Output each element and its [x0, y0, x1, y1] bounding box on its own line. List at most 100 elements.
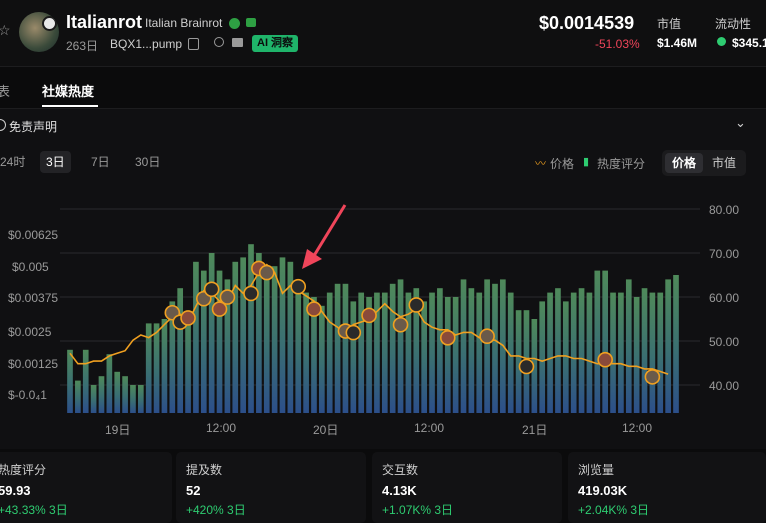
stat-change: +43.33% 3日	[0, 503, 68, 517]
mention-avatar-marker	[408, 297, 425, 313]
heat-bar	[67, 349, 73, 413]
heat-bar	[610, 292, 616, 413]
heat-bar	[350, 301, 357, 413]
heat-bar	[334, 283, 341, 413]
market-cap-value: $1.46M	[657, 36, 698, 50]
heat-bar	[657, 292, 664, 413]
token-avatar	[19, 12, 59, 52]
mention-avatar-marker	[597, 351, 613, 368]
mention-avatar-marker	[306, 301, 322, 317]
annotation-arrow	[302, 204, 347, 269]
stat-card-mentions: 提及数 52 +420% 3日	[176, 452, 366, 523]
toggle-price[interactable]: 价格	[665, 153, 704, 173]
heat-bar	[649, 292, 656, 413]
copy-icon[interactable]	[188, 38, 199, 50]
y-right-tick: 50.00	[709, 335, 740, 349]
heat-bar	[326, 292, 333, 413]
chevron-down-icon[interactable]: ⌄	[735, 115, 746, 131]
mention-avatar-marker	[345, 324, 362, 341]
price-mcap-toggle: 价格 市值	[662, 150, 746, 176]
range-30d[interactable]: 30日	[129, 151, 166, 173]
toggle-mcap[interactable]: 市值	[705, 153, 743, 173]
heat-bar	[397, 279, 404, 413]
y-left-tick: $0.00125	[8, 357, 59, 371]
y-left-tick: $0.005	[12, 260, 49, 274]
heat-bar	[429, 292, 435, 413]
price-change: -51.03%	[595, 37, 640, 51]
stat-card-interactions: 交互数 4.13K +1.07K% 3日	[372, 452, 562, 523]
tab-social-heat[interactable]: 社媒热度	[42, 81, 94, 100]
star-icon[interactable]: ☆	[0, 22, 11, 40]
stat-value: 4.13K	[382, 483, 417, 498]
stat-value: 52	[186, 483, 201, 498]
y-right-tick: 70.00	[709, 247, 740, 261]
heat-bar	[193, 261, 199, 413]
heat-bar	[208, 253, 215, 413]
range-7d[interactable]: 7日	[85, 151, 116, 173]
heat-bar	[618, 292, 624, 413]
heat-bar	[578, 288, 585, 413]
x-tick: 21日	[522, 423, 548, 437]
stat-value: 419.03K	[578, 483, 628, 498]
mention-avatar-marker	[439, 330, 456, 346]
view-tabs: 图表 社媒热度	[0, 68, 766, 109]
heat-bar	[665, 279, 671, 413]
disclaimer-label[interactable]: 免责声明	[9, 118, 57, 135]
heat-bar	[90, 385, 97, 413]
y-left-tick: $0.0025	[8, 325, 52, 339]
mention-avatar-marker	[479, 328, 495, 345]
tab-chart[interactable]: 图表	[0, 81, 10, 100]
heat-bar	[468, 288, 475, 413]
heat-bar	[82, 349, 89, 413]
search-icon[interactable]	[214, 37, 224, 47]
heat-bar	[185, 319, 191, 413]
folder-icon[interactable]	[246, 18, 256, 27]
stat-value: 59.93	[0, 483, 31, 498]
heat-bar	[539, 301, 546, 413]
stat-card-heat: 热度评分 59.93 +43.33% 3日	[0, 452, 172, 523]
heat-bar	[130, 385, 136, 413]
mention-avatar-marker	[219, 289, 236, 305]
heat-bar	[75, 380, 81, 413]
heat-bar	[476, 292, 483, 413]
token-subtitle: Italian Brainrot	[145, 16, 223, 30]
ai-insight-button[interactable]: AI 洞察	[252, 35, 299, 52]
token-price: $0.0014539	[539, 13, 635, 33]
stat-change: +2.04K% 3日	[578, 503, 650, 517]
heat-bar	[153, 323, 160, 413]
x-tick: 12:00	[622, 421, 653, 435]
stat-label: 提及数	[186, 463, 223, 477]
heat-bar	[586, 292, 593, 413]
wallet-icon[interactable]	[232, 38, 243, 47]
heat-bar	[240, 257, 246, 413]
mention-avatar-marker	[180, 310, 196, 326]
heat-bar	[177, 288, 184, 413]
heat-bar	[389, 283, 396, 413]
heat-bar	[279, 257, 286, 413]
mention-avatar-marker	[258, 264, 275, 281]
globe-icon[interactable]	[229, 18, 240, 29]
y-right-tick: 40.00	[709, 379, 740, 393]
heat-legend-icon: ▮	[583, 156, 590, 168]
stat-change: +1.07K% 3日	[382, 503, 454, 517]
token-title: Italianrot	[66, 12, 143, 32]
mention-avatar-marker	[518, 358, 535, 375]
liquidity-value: $345.1	[732, 36, 766, 50]
heat-bar	[602, 270, 609, 413]
token-age: 263日	[66, 39, 99, 53]
mention-avatar-marker	[203, 281, 220, 298]
mention-avatar-marker	[392, 316, 409, 333]
heat-bar	[405, 292, 412, 413]
price-legend[interactable]: 价格	[550, 155, 574, 172]
range-24h[interactable]: 24时	[0, 151, 31, 173]
mention-avatar-marker	[361, 307, 377, 324]
heat-bars	[67, 244, 679, 413]
y-left-tick: $0.00375	[8, 291, 59, 305]
mention-avatar-marker	[243, 285, 259, 302]
heat-legend[interactable]: 热度评分	[597, 155, 645, 172]
range-3d[interactable]: 3日	[40, 151, 71, 173]
stat-label: 浏览量	[578, 463, 615, 477]
x-tick: 12:00	[414, 421, 445, 435]
mention-markers	[164, 260, 661, 385]
heat-bar	[161, 319, 168, 413]
